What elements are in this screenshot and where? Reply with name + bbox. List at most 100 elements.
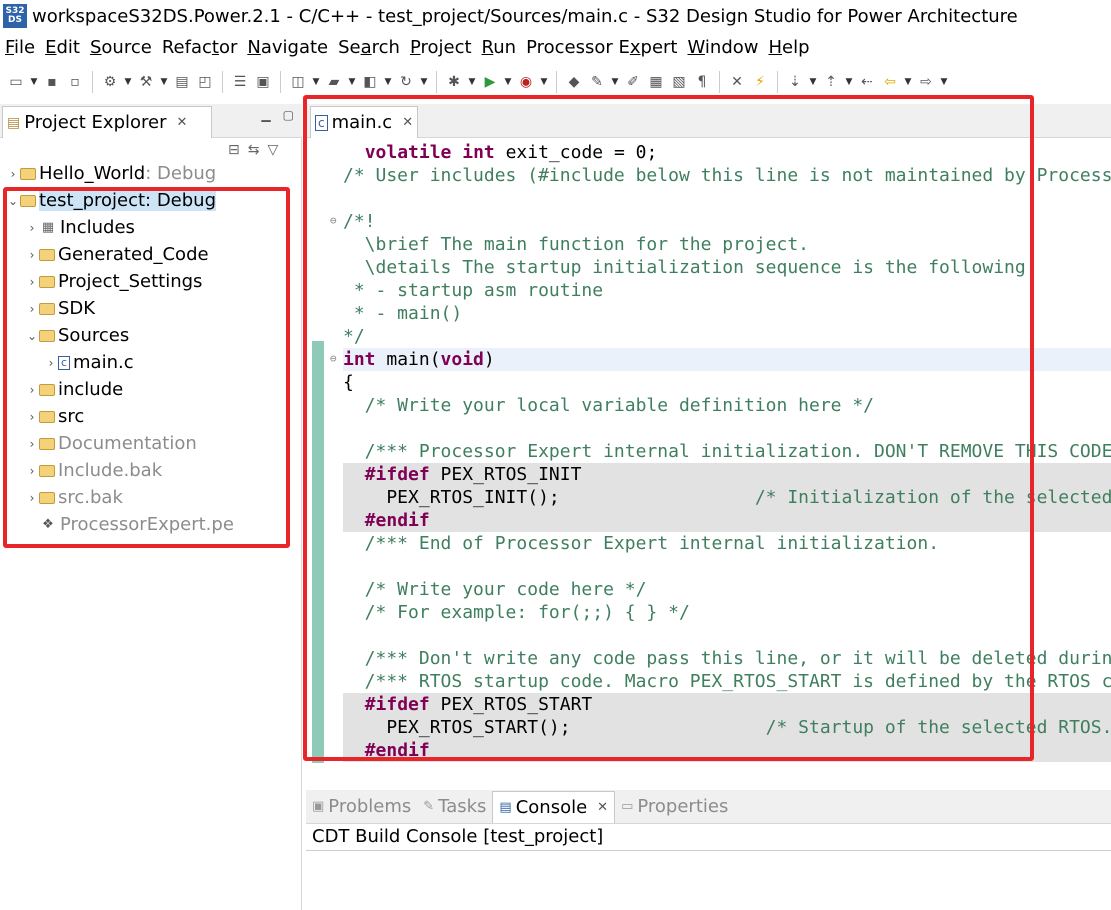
run-dropdown-icon[interactable]: ▼: [503, 72, 513, 92]
search-icon[interactable]: ✎: [587, 72, 607, 92]
tree-item-src-bak[interactable]: › src.bak: [0, 484, 300, 511]
close-icon[interactable]: ✕: [402, 115, 413, 130]
menu-item-edit[interactable]: Edit: [40, 37, 85, 58]
new-project-dropdown-icon[interactable]: ▼: [311, 72, 321, 92]
pin-icon[interactable]: ✕: [727, 72, 747, 92]
menu-item-refactor[interactable]: Refactor: [157, 37, 243, 58]
chevron-right-icon[interactable]: ›: [25, 248, 39, 262]
new-file-icon[interactable]: ◧: [360, 72, 380, 92]
prev-annotation-dropdown-icon[interactable]: ▼: [844, 72, 854, 92]
code-text-area[interactable]: volatile int exit_code = 0;/* User inclu…: [306, 138, 1111, 763]
save-all-icon[interactable]: ▫: [65, 72, 85, 92]
tab-problems[interactable]: ▣ Problems: [306, 791, 417, 823]
close-icon[interactable]: ✕: [597, 800, 608, 815]
prev-annotation-icon[interactable]: ⇡: [821, 72, 841, 92]
tree-item-sdk[interactable]: › SDK: [0, 295, 300, 322]
menu-item-processor-expert[interactable]: Processor Expert: [521, 37, 682, 58]
tab-project-explorer[interactable]: ▤ Project Explorer ✕: [2, 106, 212, 138]
refresh-dropdown-icon[interactable]: ▼: [419, 72, 429, 92]
gear-dropdown-icon[interactable]: ▼: [123, 72, 133, 92]
view-menu-icon[interactable]: ▽: [267, 142, 278, 158]
maximize-icon[interactable]: ▢: [283, 108, 294, 122]
new-icon[interactable]: ▭: [6, 72, 26, 92]
stack-icon[interactable]: ☰: [230, 72, 250, 92]
tab-main-c[interactable]: c main.c ✕: [310, 106, 418, 138]
tree-item-include[interactable]: › include: [0, 376, 300, 403]
menu-item-window[interactable]: Window: [683, 37, 764, 58]
tree-item-hello-world[interactable]: › Hello_World: Debug: [0, 160, 300, 187]
chevron-down-icon[interactable]: ⌄: [25, 329, 39, 343]
tree-item-test-project-debug[interactable]: ⌄ test_project: Debug: [0, 187, 300, 214]
next-annotation-icon[interactable]: ⇣: [785, 72, 805, 92]
menu-item-project[interactable]: Project: [405, 37, 477, 58]
fold-toggle-icon[interactable]: ⊖: [330, 214, 337, 227]
external-tools-icon[interactable]: ◉: [516, 72, 536, 92]
collapse-all-icon[interactable]: ⊟: [228, 142, 240, 158]
chevron-down-icon[interactable]: ⌄: [6, 194, 20, 208]
monitor-icon[interactable]: ▣: [253, 72, 273, 92]
build-hammer-icon[interactable]: ⚒: [136, 72, 156, 92]
chevron-right-icon[interactable]: ›: [6, 167, 20, 181]
back-icon[interactable]: ⇦: [880, 72, 900, 92]
next-annotation-dropdown-icon[interactable]: ▼: [808, 72, 818, 92]
tree-item-main-c[interactable]: › c main.c: [0, 349, 300, 376]
new-class-icon[interactable]: ◰: [195, 72, 215, 92]
menu-item-help[interactable]: Help: [763, 37, 814, 58]
close-icon[interactable]: ✕: [177, 115, 188, 130]
tree-item-generated-code[interactable]: › Generated_Code: [0, 241, 300, 268]
run-icon[interactable]: ▶: [480, 72, 500, 92]
save-icon[interactable]: ▪: [42, 72, 62, 92]
binary-icon[interactable]: ▤: [172, 72, 192, 92]
back-dropdown-icon[interactable]: ▼: [903, 72, 913, 92]
search-dropdown-icon[interactable]: ▼: [610, 72, 620, 92]
gear-icon[interactable]: ⚙: [100, 72, 120, 92]
paragraph-icon[interactable]: ¶: [692, 72, 712, 92]
minimize-icon[interactable]: ▁: [261, 108, 270, 122]
menu-item-source[interactable]: Source: [85, 37, 157, 58]
new-dropdown-icon[interactable]: ▼: [29, 72, 39, 92]
mark-icon[interactable]: ▦: [646, 72, 666, 92]
chevron-right-icon[interactable]: ›: [25, 275, 39, 289]
chevron-right-icon[interactable]: ›: [25, 437, 39, 451]
forward-icon[interactable]: ⇨: [916, 72, 936, 92]
debug-dropdown-icon[interactable]: ▼: [467, 72, 477, 92]
chevron-right-icon[interactable]: ›: [25, 464, 39, 478]
lightning-icon[interactable]: ⚡: [750, 72, 770, 92]
external-tools-dropdown-icon[interactable]: ▼: [539, 72, 549, 92]
new-project-icon[interactable]: ◫: [288, 72, 308, 92]
last-edit-icon[interactable]: ⇠: [857, 72, 877, 92]
toolbar-separator: [92, 71, 93, 93]
tree-item-src[interactable]: › src: [0, 403, 300, 430]
highlight-icon[interactable]: ▧: [669, 72, 689, 92]
chevron-right-icon[interactable]: ›: [25, 302, 39, 316]
tab-tasks[interactable]: ✎ Tasks: [417, 791, 492, 823]
tree-item-include-bak[interactable]: › Include.bak: [0, 457, 300, 484]
tree-item-sources[interactable]: ⌄ Sources: [0, 322, 300, 349]
menu-item-file[interactable]: File: [0, 37, 40, 58]
fold-toggle-icon[interactable]: ⊖: [330, 352, 337, 365]
new-file-dropdown-icon[interactable]: ▼: [383, 72, 393, 92]
link-with-editor-icon[interactable]: ⇆: [248, 142, 260, 158]
chevron-right-icon[interactable]: ›: [25, 491, 39, 505]
open-folder-dropdown-icon[interactable]: ▼: [347, 72, 357, 92]
chevron-right-icon[interactable]: ›: [25, 383, 39, 397]
forward-dropdown-icon[interactable]: ▼: [939, 72, 949, 92]
open-folder-icon[interactable]: ▰: [324, 72, 344, 92]
chevron-right-icon[interactable]: ›: [44, 356, 58, 370]
tree-item-project-settings[interactable]: › Project_Settings: [0, 268, 300, 295]
menu-item-search[interactable]: Search: [333, 37, 405, 58]
menu-item-navigate[interactable]: Navigate: [242, 37, 333, 58]
chevron-right-icon[interactable]: ›: [25, 221, 39, 235]
open-type-icon[interactable]: ◆: [564, 72, 584, 92]
tree-item-processorexpert-pe[interactable]: ❖ ProcessorExpert.pe: [0, 511, 300, 538]
pen-icon[interactable]: ✐: [623, 72, 643, 92]
refresh-icon[interactable]: ↻: [396, 72, 416, 92]
tab-console[interactable]: ▤ Console ✕: [492, 790, 616, 823]
chevron-right-icon[interactable]: ›: [25, 410, 39, 424]
tab-properties[interactable]: ▭ Properties: [615, 791, 734, 823]
tree-item-documentation[interactable]: › Documentation: [0, 430, 300, 457]
debug-bug-icon[interactable]: ✱: [444, 72, 464, 92]
menu-item-run[interactable]: Run: [477, 37, 522, 58]
tree-item-includes[interactable]: › ▦ Includes: [0, 214, 300, 241]
build-dropdown-icon[interactable]: ▼: [159, 72, 169, 92]
